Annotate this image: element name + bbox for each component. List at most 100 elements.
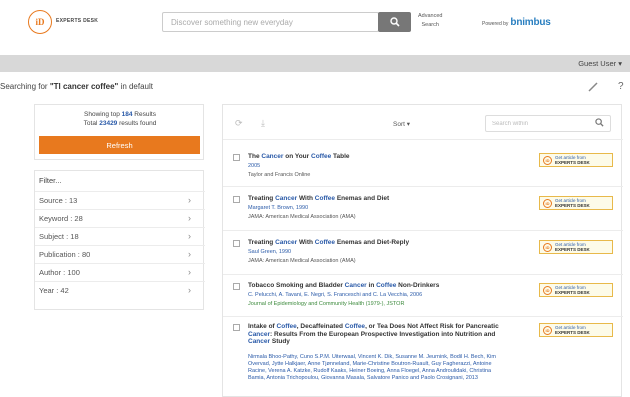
chevron-right-icon: › [188,231,191,241]
result-source: JAMA: American Medical Association (AMA) [248,258,356,264]
result-title[interactable]: Treating Cancer With Coffee Enemas and D… [248,195,518,203]
advanced-line2: Search [421,22,439,28]
result-authors[interactable]: Saul Green, 1990 [248,249,508,256]
result-title[interactable]: Treating Cancer With Coffee Enemas and D… [248,239,518,247]
result-authors[interactable]: 2005 [248,163,508,170]
filter-year[interactable]: Year : 42 › [35,281,205,299]
filter-publication[interactable]: Publication : 80 › [35,245,205,263]
title-highlight: Coffee [314,239,336,246]
result-title[interactable]: Tobacco Smoking and Bladder Cancer in Co… [248,282,518,290]
filter-label: Source : 13 [39,196,78,205]
result-source[interactable]: Journal of Epidemiology and Community He… [248,301,518,307]
title-text: With [297,195,315,202]
title-highlight: Cancer [275,195,298,202]
result-checkbox[interactable] [233,283,240,290]
title-text: The [248,153,262,160]
title-highlight: Cancer [344,282,367,289]
chevron-right-icon: › [188,285,191,295]
result-checkbox[interactable] [233,324,240,331]
title-text: Non-Drinkers [396,282,440,289]
refresh-icon[interactable]: ⟳ [235,118,243,129]
title-text: in [366,282,377,289]
title-text: Treating [248,195,276,202]
advanced-line1: Advanced [418,13,443,19]
result-row: Treating Cancer With Coffee Enemas and D… [223,231,623,275]
pencil-icon[interactable] [587,82,599,92]
filter-label: Author : 100 [39,268,80,277]
title-highlight: Coffee [314,195,336,202]
download-icon[interactable]: ⤓ [261,118,265,129]
search-within-input[interactable] [485,115,611,132]
result-title[interactable]: Intake of Coffee, Decaffeinated Coffee, … [248,323,518,346]
experts-desk-icon: iD [543,242,552,252]
showing-count: 184 [121,111,133,118]
result-source: Taylor and Francis Online [248,172,311,178]
result-authors[interactable]: Nirmala Bhoo-Pathy, Cuno S.P.M. Uiterwaa… [248,354,508,382]
title-text: Treating [248,239,276,246]
result-row: The Cancer on Your Coffee Table 2005 Tay… [223,141,623,187]
result-row: Tobacco Smoking and Bladder Cancer in Co… [223,275,623,317]
result-checkbox[interactable] [233,154,240,161]
chevron-right-icon: › [188,195,191,205]
filter-label: Publication : 80 [39,250,91,259]
showing-line: Showing top 184 Results [35,110,205,119]
powered-by-label: Powered by [482,21,509,27]
search-input[interactable] [162,12,379,32]
filter-subject[interactable]: Subject : 18 › [35,227,205,245]
filter-author[interactable]: Author : 100 › [35,263,205,281]
filter-panel: Filter... Source : 13 › Keyword : 28 › Sub… [34,170,205,310]
sort-dropdown[interactable]: Sort ▾ [393,120,410,128]
badge-text: Get article from EXPERTS DESK [555,155,590,165]
badge-text: Get article from EXPERTS DESK [555,198,590,208]
result-row: Treating Cancer With Coffee Enemas and D… [223,187,623,231]
get-article-badge[interactable]: iD Get article from EXPERTS DESK [539,196,613,210]
badge-line2: EXPERTS DESK [555,247,590,252]
badge-line2: EXPERTS DESK [555,290,590,295]
get-article-badge[interactable]: iD Get article from EXPERTS DESK [539,283,613,297]
result-authors[interactable]: C. Pelucchi, A. Tavani, E. Negri, S. Fra… [248,292,508,299]
badge-line2: EXPERTS DESK [555,330,590,335]
user-bar: Guest User ▾ [0,55,630,72]
experts-desk-icon: iD [543,155,552,165]
query-term: "Tl cancer coffee" [49,82,119,91]
total-line: Total 23429 results found [35,119,205,128]
query-suffix: in default [118,82,154,91]
title-text: on Your [283,153,311,160]
result-checkbox[interactable] [233,240,240,247]
search-icon[interactable] [595,118,604,127]
chevron-right-icon: › [188,267,191,277]
refresh-button[interactable]: Refresh [39,136,200,154]
badge-text: Get article from EXPERTS DESK [555,325,590,335]
result-authors[interactable]: Margaret T. Brown, 1990 [248,205,508,212]
total-count: 23429 [99,120,118,127]
header: iD EXPERTS DESK Advanced Search Powered … [0,0,630,55]
filter-source[interactable]: Source : 13 › [35,191,205,209]
get-article-badge[interactable]: iD Get article from EXPERTS DESK [539,153,613,167]
advanced-search-link[interactable]: Advanced Search [418,12,442,30]
title-highlight: Coffee [344,323,366,330]
title-text: , or Tea Does Not Affect Risk for Pancre… [365,323,499,330]
result-title[interactable]: The Cancer on Your Coffee Table [248,153,518,161]
total-suffix: results found [117,120,157,127]
title-text: Enemas and Diet-Reply [335,239,410,246]
filter-keyword[interactable]: Keyword : 28 › [35,209,205,227]
get-article-badge[interactable]: iD Get article from EXPERTS DESK [539,240,613,254]
get-article-badge[interactable]: iD Get article from EXPERTS DESK [539,323,613,337]
showing-prefix: Showing top [84,111,122,118]
guest-user-menu[interactable]: Guest User ▾ [578,59,622,68]
result-checkbox[interactable] [233,196,240,203]
search-button[interactable] [378,12,411,32]
title-text: Study [270,338,290,345]
title-highlight: Coffee [311,153,332,160]
title-text: , Decaffeinated [296,323,345,330]
title-highlight: Coffee [376,282,397,289]
result-source: JAMA: American Medical Association (AMA) [248,214,356,220]
powered-by: Powered by bnimbus [482,17,551,28]
logo-icon[interactable]: iD [28,10,52,34]
title-text: With [297,239,315,246]
filter-title: Filter... [39,176,62,185]
help-icon[interactable]: ? [618,81,624,92]
total-prefix: Total [83,120,100,127]
brand-logo[interactable]: bnimbus [510,17,550,28]
query-prefix: Searching for [0,82,50,91]
